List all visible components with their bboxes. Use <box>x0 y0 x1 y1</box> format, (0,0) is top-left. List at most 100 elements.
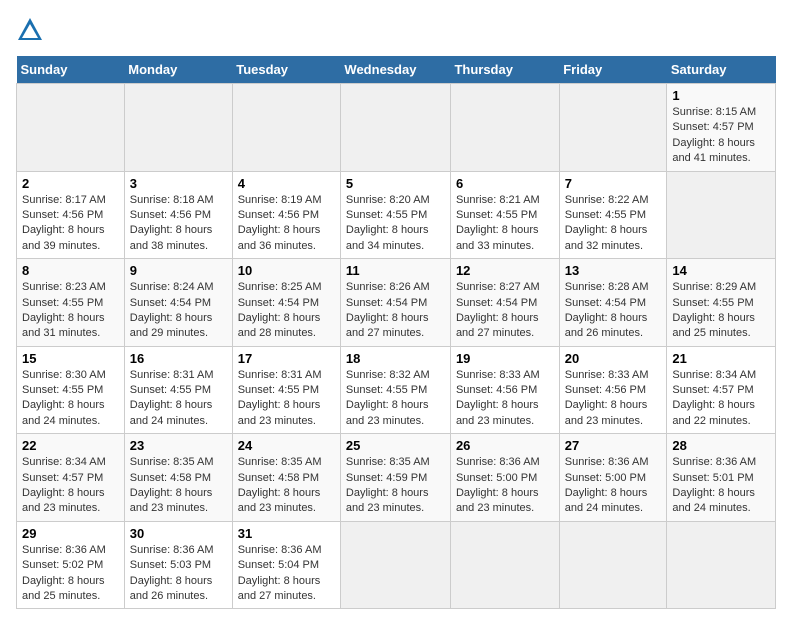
day-info: Sunrise: 8:36 AMSunset: 5:00 PMDaylight:… <box>456 455 554 517</box>
empty-cell <box>450 84 559 172</box>
empty-cell <box>340 84 450 172</box>
day-number: 24 <box>238 438 335 453</box>
day-cell: 20 Sunrise: 8:33 AMSunset: 4:56 PMDayligh… <box>559 346 667 434</box>
day-info: Sunrise: 8:23 AMSunset: 4:55 PMDaylight:… <box>22 280 119 342</box>
day-number: 14 <box>672 263 770 278</box>
day-cell: 28Sunrise: 8:36 AMSunset: 5:01 PMDayligh… <box>667 434 776 522</box>
day-info: Sunrise: 8:36 AMSunset: 5:03 PMDaylight:… <box>130 543 227 605</box>
day-info: Sunrise: 8:35 AMSunset: 4:59 PMDaylight:… <box>346 455 445 517</box>
day-number: 7 <box>565 176 662 191</box>
day-number: 19 <box>456 351 554 366</box>
day-cell: 17 Sunrise: 8:31 AMSunset: 4:55 PMDayligh… <box>232 346 340 434</box>
day-info: Sunrise: 8:36 AMSunset: 5:01 PMDaylight:… <box>672 455 770 517</box>
day-cell: 29 Sunrise: 8:36 AMSunset: 5:02 PMDayligh… <box>17 521 125 609</box>
day-cell <box>450 521 559 609</box>
day-info: Sunrise: 8:31 AMSunset: 4:55 PMDaylight:… <box>238 368 335 430</box>
day-number: 6 <box>456 176 554 191</box>
day-info: Sunrise: 8:33 AMSunset: 4:56 PMDaylight:… <box>456 368 554 430</box>
day-cell: 6 Sunrise: 8:21 AMSunset: 4:55 PMDaylight… <box>450 171 559 259</box>
column-header-tuesday: Tuesday <box>232 56 340 84</box>
calendar-week-row: 22 Sunrise: 8:34 AMSunset: 4:57 PMDayligh… <box>17 434 776 522</box>
day-info: Sunrise: 8:36 AMSunset: 5:04 PMDaylight:… <box>238 543 335 605</box>
day-number: 8 <box>22 263 119 278</box>
day-cell <box>667 171 776 259</box>
day-cell <box>667 521 776 609</box>
day-number: 17 <box>238 351 335 366</box>
empty-cell <box>559 84 667 172</box>
calendar-week-row: 29 Sunrise: 8:36 AMSunset: 5:02 PMDayligh… <box>17 521 776 609</box>
day-number: 13 <box>565 263 662 278</box>
day-info: Sunrise: 8:24 AMSunset: 4:54 PMDaylight:… <box>130 280 227 342</box>
day-cell: 22 Sunrise: 8:34 AMSunset: 4:57 PMDayligh… <box>17 434 125 522</box>
column-header-sunday: Sunday <box>17 56 125 84</box>
day-cell: 18Sunrise: 8:32 AMSunset: 4:55 PMDayligh… <box>340 346 450 434</box>
day-info: Sunrise: 8:22 AMSunset: 4:55 PMDaylight:… <box>565 193 662 255</box>
calendar-week-row: 1Sunrise: 8:15 AMSunset: 4:57 PMDaylight… <box>17 84 776 172</box>
calendar-week-row: 15Sunrise: 8:30 AMSunset: 4:55 PMDayligh… <box>17 346 776 434</box>
day-cell: 12Sunrise: 8:27 AMSunset: 4:54 PMDayligh… <box>450 259 559 347</box>
day-number: 21 <box>672 351 770 366</box>
day-number: 30 <box>130 526 227 541</box>
day-number: 9 <box>130 263 227 278</box>
day-cell: 11 Sunrise: 8:26 AMSunset: 4:54 PMDayligh… <box>340 259 450 347</box>
day-cell: 8 Sunrise: 8:23 AMSunset: 4:55 PMDaylight… <box>17 259 125 347</box>
empty-cell <box>17 84 125 172</box>
calendar-week-row: 2 Sunrise: 8:17 AMSunset: 4:56 PMDaylight… <box>17 171 776 259</box>
day-number: 11 <box>346 263 445 278</box>
day-number: 27 <box>565 438 662 453</box>
day-info: Sunrise: 8:34 AMSunset: 4:57 PMDaylight:… <box>672 368 770 430</box>
day-info: Sunrise: 8:26 AMSunset: 4:54 PMDaylight:… <box>346 280 445 342</box>
day-number: 4 <box>238 176 335 191</box>
day-cell: 7 Sunrise: 8:22 AMSunset: 4:55 PMDaylight… <box>559 171 667 259</box>
empty-cell <box>232 84 340 172</box>
day-cell: 3 Sunrise: 8:18 AMSunset: 4:56 PMDaylight… <box>124 171 232 259</box>
day-info: Sunrise: 8:20 AMSunset: 4:55 PMDaylight:… <box>346 193 445 255</box>
day-number: 22 <box>22 438 119 453</box>
day-cell: 15Sunrise: 8:30 AMSunset: 4:55 PMDayligh… <box>17 346 125 434</box>
calendar-table: SundayMondayTuesdayWednesdayThursdayFrid… <box>16 56 776 609</box>
day-cell: 26 Sunrise: 8:36 AMSunset: 5:00 PMDayligh… <box>450 434 559 522</box>
day-number: 18 <box>346 351 445 366</box>
day-info: Sunrise: 8:18 AMSunset: 4:56 PMDaylight:… <box>130 193 227 255</box>
day-info: Sunrise: 8:27 AMSunset: 4:54 PMDaylight:… <box>456 280 554 342</box>
day-number: 2 <box>22 176 119 191</box>
day-info: Sunrise: 8:28 AMSunset: 4:54 PMDaylight:… <box>565 280 662 342</box>
column-header-monday: Monday <box>124 56 232 84</box>
day-cell <box>340 521 450 609</box>
day-info: Sunrise: 8:15 AMSunset: 4:57 PMDaylight:… <box>672 105 770 167</box>
day-info: Sunrise: 8:35 AMSunset: 4:58 PMDaylight:… <box>130 455 227 517</box>
day-info: Sunrise: 8:31 AMSunset: 4:55 PMDaylight:… <box>130 368 227 430</box>
day-cell <box>559 521 667 609</box>
day-info: Sunrise: 8:30 AMSunset: 4:55 PMDaylight:… <box>22 368 119 430</box>
day-cell: 14 Sunrise: 8:29 AMSunset: 4:55 PMDayligh… <box>667 259 776 347</box>
column-header-wednesday: Wednesday <box>340 56 450 84</box>
day-cell: 21 Sunrise: 8:34 AMSunset: 4:57 PMDayligh… <box>667 346 776 434</box>
day-info: Sunrise: 8:34 AMSunset: 4:57 PMDaylight:… <box>22 455 119 517</box>
day-number: 26 <box>456 438 554 453</box>
calendar-header-row: SundayMondayTuesdayWednesdayThursdayFrid… <box>17 56 776 84</box>
day-cell: 9 Sunrise: 8:24 AMSunset: 4:54 PMDaylight… <box>124 259 232 347</box>
day-number: 10 <box>238 263 335 278</box>
day-info: Sunrise: 8:35 AMSunset: 4:58 PMDaylight:… <box>238 455 335 517</box>
day-info: Sunrise: 8:29 AMSunset: 4:55 PMDaylight:… <box>672 280 770 342</box>
day-info: Sunrise: 8:17 AMSunset: 4:56 PMDaylight:… <box>22 193 119 255</box>
day-number: 20 <box>565 351 662 366</box>
day-cell: 16 Sunrise: 8:31 AMSunset: 4:55 PMDayligh… <box>124 346 232 434</box>
column-header-friday: Friday <box>559 56 667 84</box>
day-cell: 24 Sunrise: 8:35 AMSunset: 4:58 PMDayligh… <box>232 434 340 522</box>
day-cell: 25 Sunrise: 8:35 AMSunset: 4:59 PMDayligh… <box>340 434 450 522</box>
day-number: 16 <box>130 351 227 366</box>
day-number: 29 <box>22 526 119 541</box>
day-info: Sunrise: 8:21 AMSunset: 4:55 PMDaylight:… <box>456 193 554 255</box>
day-cell: 23Sunrise: 8:35 AMSunset: 4:58 PMDayligh… <box>124 434 232 522</box>
page-header <box>16 16 776 44</box>
day-number: 5 <box>346 176 445 191</box>
day-cell: 30 Sunrise: 8:36 AMSunset: 5:03 PMDayligh… <box>124 521 232 609</box>
day-info: Sunrise: 8:33 AMSunset: 4:56 PMDaylight:… <box>565 368 662 430</box>
day-cell: 13 Sunrise: 8:28 AMSunset: 4:54 PMDayligh… <box>559 259 667 347</box>
day-number: 3 <box>130 176 227 191</box>
day-info: Sunrise: 8:25 AMSunset: 4:54 PMDaylight:… <box>238 280 335 342</box>
day-info: Sunrise: 8:36 AMSunset: 5:02 PMDaylight:… <box>22 543 119 605</box>
day-cell: 5 Sunrise: 8:20 AMSunset: 4:55 PMDaylight… <box>340 171 450 259</box>
day-number: 25 <box>346 438 445 453</box>
